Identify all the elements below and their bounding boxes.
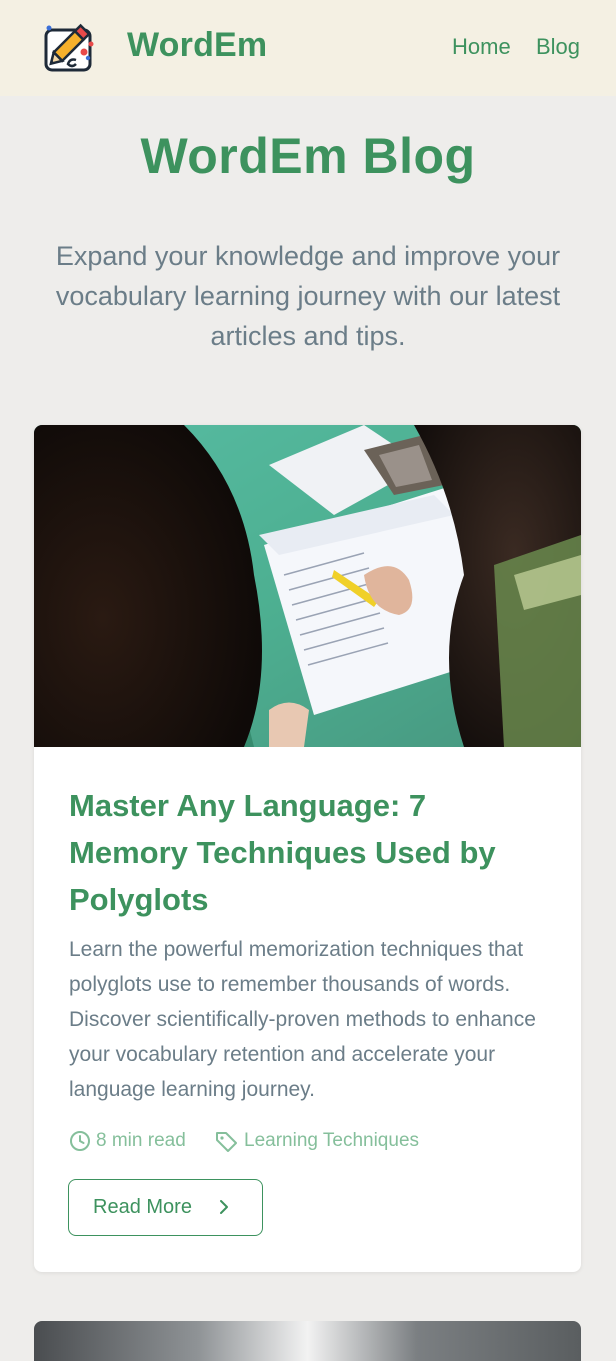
page-intro: Expand your knowledge and improve your v… xyxy=(55,241,561,351)
article-photo[interactable] xyxy=(34,425,581,747)
nav-blog-link[interactable]: Blog xyxy=(536,34,580,60)
category-text[interactable]: Learning Techniques xyxy=(244,1130,419,1152)
read-more-button[interactable]: Read More xyxy=(68,1179,263,1236)
post-category[interactable]: Learning Techniques xyxy=(215,1128,419,1154)
tag-icon xyxy=(216,1132,237,1152)
next-post-card[interactable] xyxy=(34,1321,581,1361)
blog-post-card: Master Any Language: 7 Memory Techniques… xyxy=(34,425,581,1272)
nav-home-link[interactable]: Home xyxy=(452,34,511,60)
pencil-icon[interactable] xyxy=(40,16,98,74)
read-more-label: Read More xyxy=(93,1196,192,1218)
brand-name[interactable]: WordEm xyxy=(127,26,267,65)
read-time-text: 8 min read xyxy=(96,1130,186,1151)
page-title: WordEm Blog xyxy=(140,128,476,184)
post-title[interactable]: Master Any Language: 7 Memory Techniques… xyxy=(69,782,549,923)
clock-icon xyxy=(70,1131,90,1151)
chevron-right-icon xyxy=(220,1200,228,1214)
next-article-photo xyxy=(34,1321,581,1361)
post-excerpt: Learn the powerful memorization techniqu… xyxy=(69,938,536,1101)
site-header: WordEm Home Blog xyxy=(0,0,616,96)
post-read-time: 8 min read xyxy=(69,1128,186,1154)
